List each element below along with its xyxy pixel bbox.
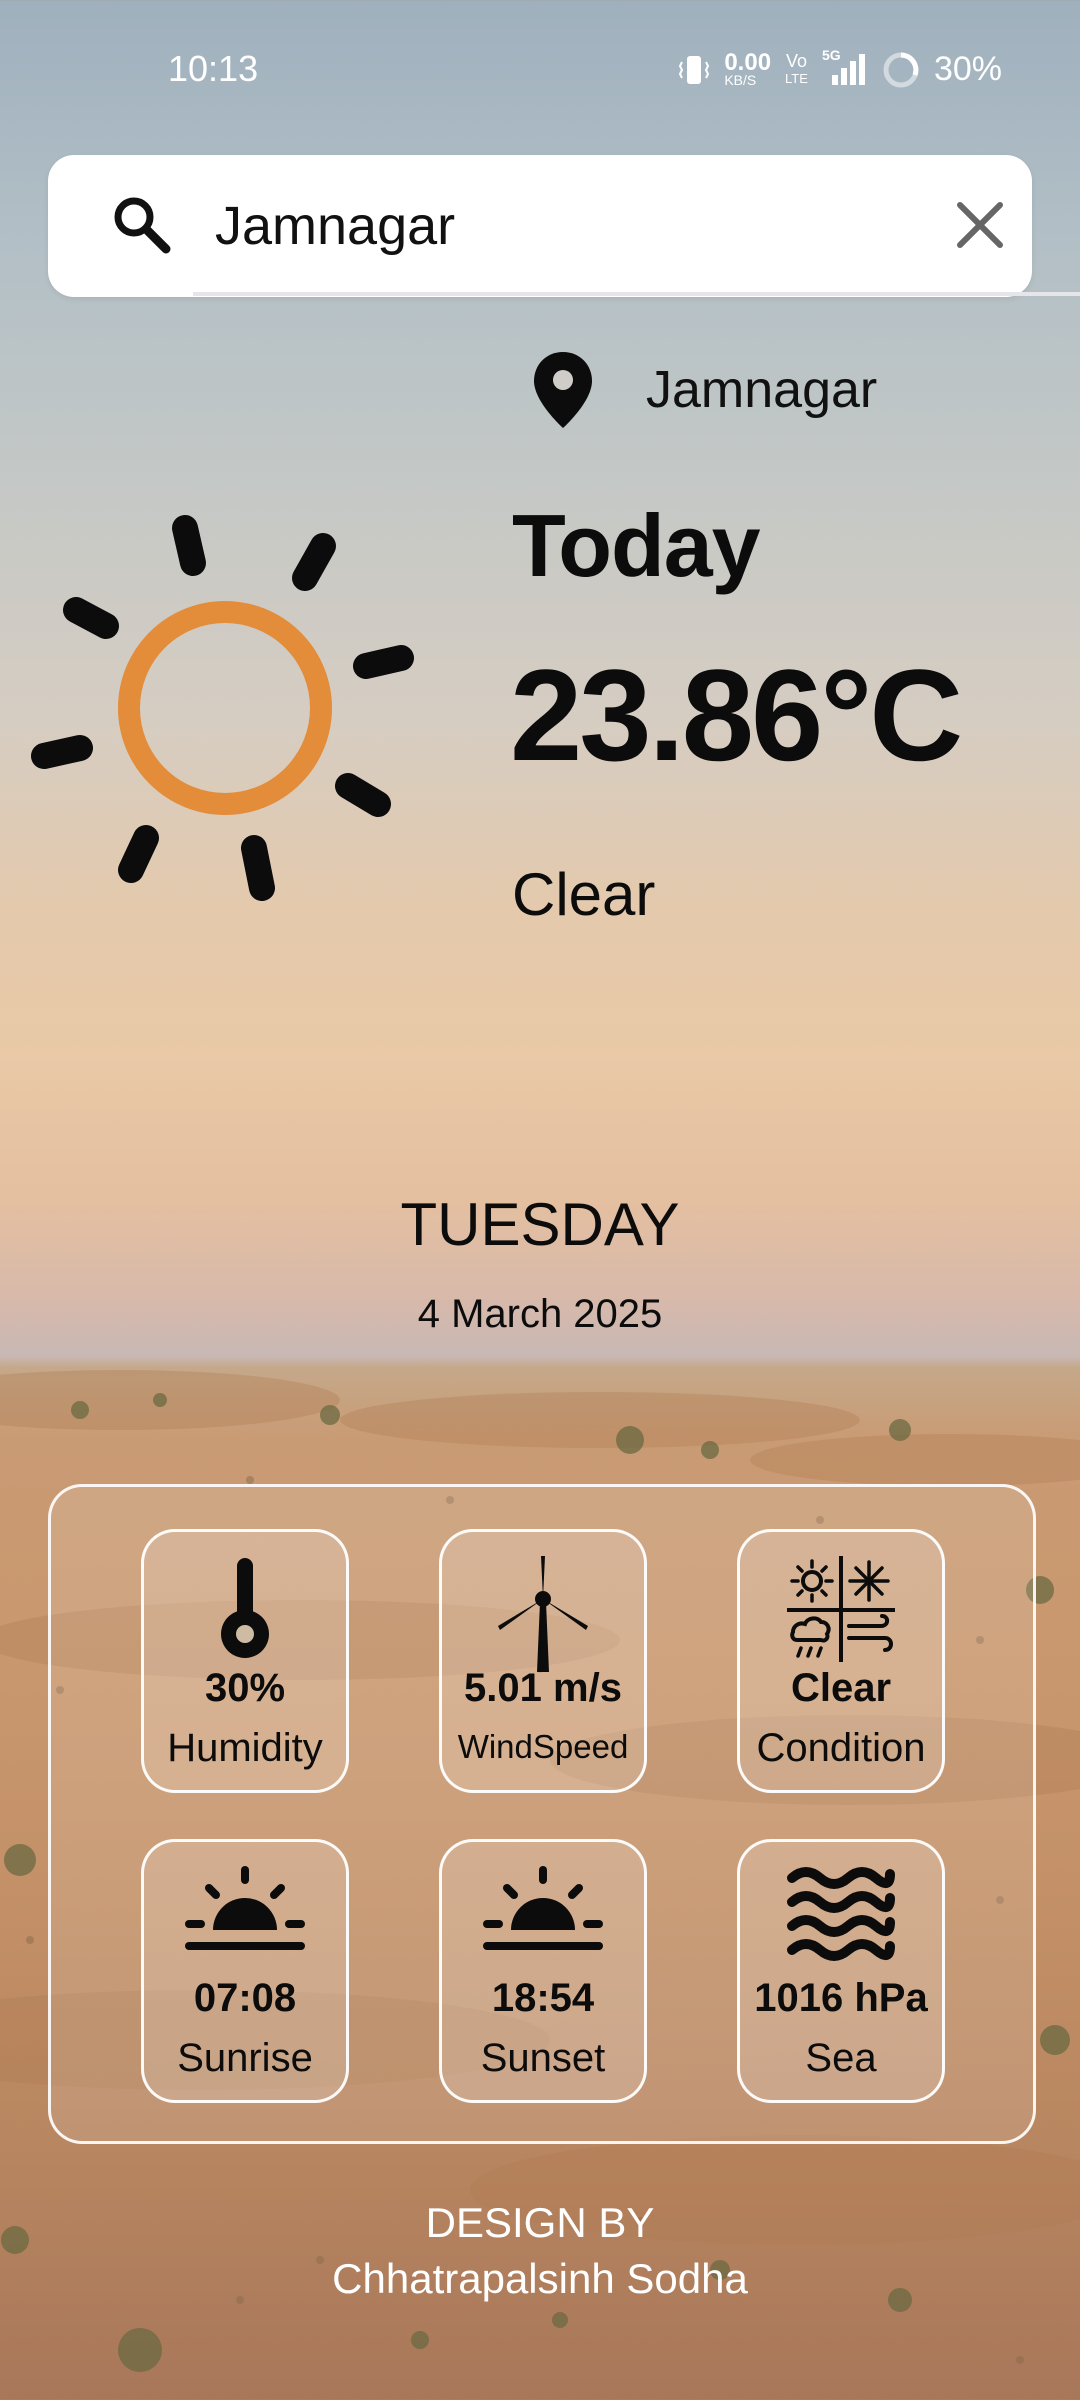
sunset-label: Sunset xyxy=(480,2036,606,2080)
search-bar xyxy=(48,155,1080,297)
weekday: TUESDAY xyxy=(400,1191,680,1258)
condition-value: Clear xyxy=(790,1666,892,1710)
status-time: 10:13 xyxy=(168,48,259,89)
credit-line-2: Chhatrapalsinh Sodha xyxy=(332,2255,748,2302)
condition-card: Clear Condition xyxy=(737,1529,945,1793)
status-right-group: 0.00 KB/S Vo LTE 5G 30% xyxy=(678,47,1002,89)
location-row: Jamnagar xyxy=(530,350,877,430)
temperature: 23.86°C xyxy=(510,642,963,788)
status-bar: 10:13 0.00 KB/S Vo LTE 5G 30% xyxy=(0,0,1080,140)
sunrise-label: Sunrise xyxy=(177,2036,313,2080)
sunrise-icon xyxy=(185,1866,305,1950)
weather-conditions-icon xyxy=(787,1556,895,1662)
windspeed-label: WindSpeed xyxy=(457,1728,629,1765)
weather-condition: Clear xyxy=(512,861,656,928)
close-icon[interactable] xyxy=(948,193,1012,257)
sunset-value: 18:54 xyxy=(491,1976,595,2020)
humidity-value: 30% xyxy=(204,1666,286,1710)
sea-level-label: Sea xyxy=(805,2036,877,2080)
full-date: 4 March 2025 xyxy=(417,1292,663,1336)
credit-line-1: DESIGN BY xyxy=(425,2199,655,2246)
waves-icon xyxy=(787,1867,895,1961)
location-name: Jamnagar xyxy=(646,361,878,419)
network-speed: 0.00 KB/S xyxy=(724,48,772,87)
volte-bottom: LTE xyxy=(785,70,808,86)
search-underline xyxy=(193,292,1080,296)
network-speed-value: 0.00 xyxy=(724,48,772,76)
condition-label: Condition xyxy=(756,1726,926,1770)
sea-level-value: 1016 hPa xyxy=(754,1976,928,2020)
sea-level-card: 1016 hPa Sea xyxy=(737,1839,945,2103)
humidity-label: Humidity xyxy=(167,1726,323,1770)
windspeed-value: 5.01 m/s xyxy=(464,1666,622,1710)
battery-icon xyxy=(883,52,919,87)
volte-indicator: Vo LTE xyxy=(785,52,808,88)
signal-icon: 5G xyxy=(822,47,868,87)
sunrise-value: 07:08 xyxy=(193,1976,297,2020)
thermometer-icon xyxy=(221,1558,269,1658)
search-icon[interactable] xyxy=(110,193,174,257)
vibrate-icon xyxy=(679,55,710,84)
location-pin-icon xyxy=(534,352,592,428)
windspeed-card: 5.01 m/s WindSpeed xyxy=(439,1529,647,1793)
sunrise-card: 07:08 Sunrise xyxy=(141,1839,349,2103)
sunset-card: 18:54 Sunset xyxy=(439,1839,647,2103)
details-panel: 30% Humidity 5.01 m/s WindSpeed Clear Co… xyxy=(48,1484,1036,2144)
wind-turbine-icon xyxy=(498,1556,588,1672)
sunset-icon xyxy=(483,1866,603,1950)
design-credit: DESIGN BY Chhatrapalsinh Sodha xyxy=(0,2195,1080,2307)
sun-icon xyxy=(31,515,414,901)
battery-level: 30% xyxy=(933,50,1002,88)
humidity-card: 30% Humidity xyxy=(141,1529,349,1793)
network-type: 5G xyxy=(821,46,841,63)
volte-top: Vo xyxy=(785,50,807,71)
search-input[interactable] xyxy=(213,175,917,277)
day-label: Today xyxy=(512,496,761,595)
